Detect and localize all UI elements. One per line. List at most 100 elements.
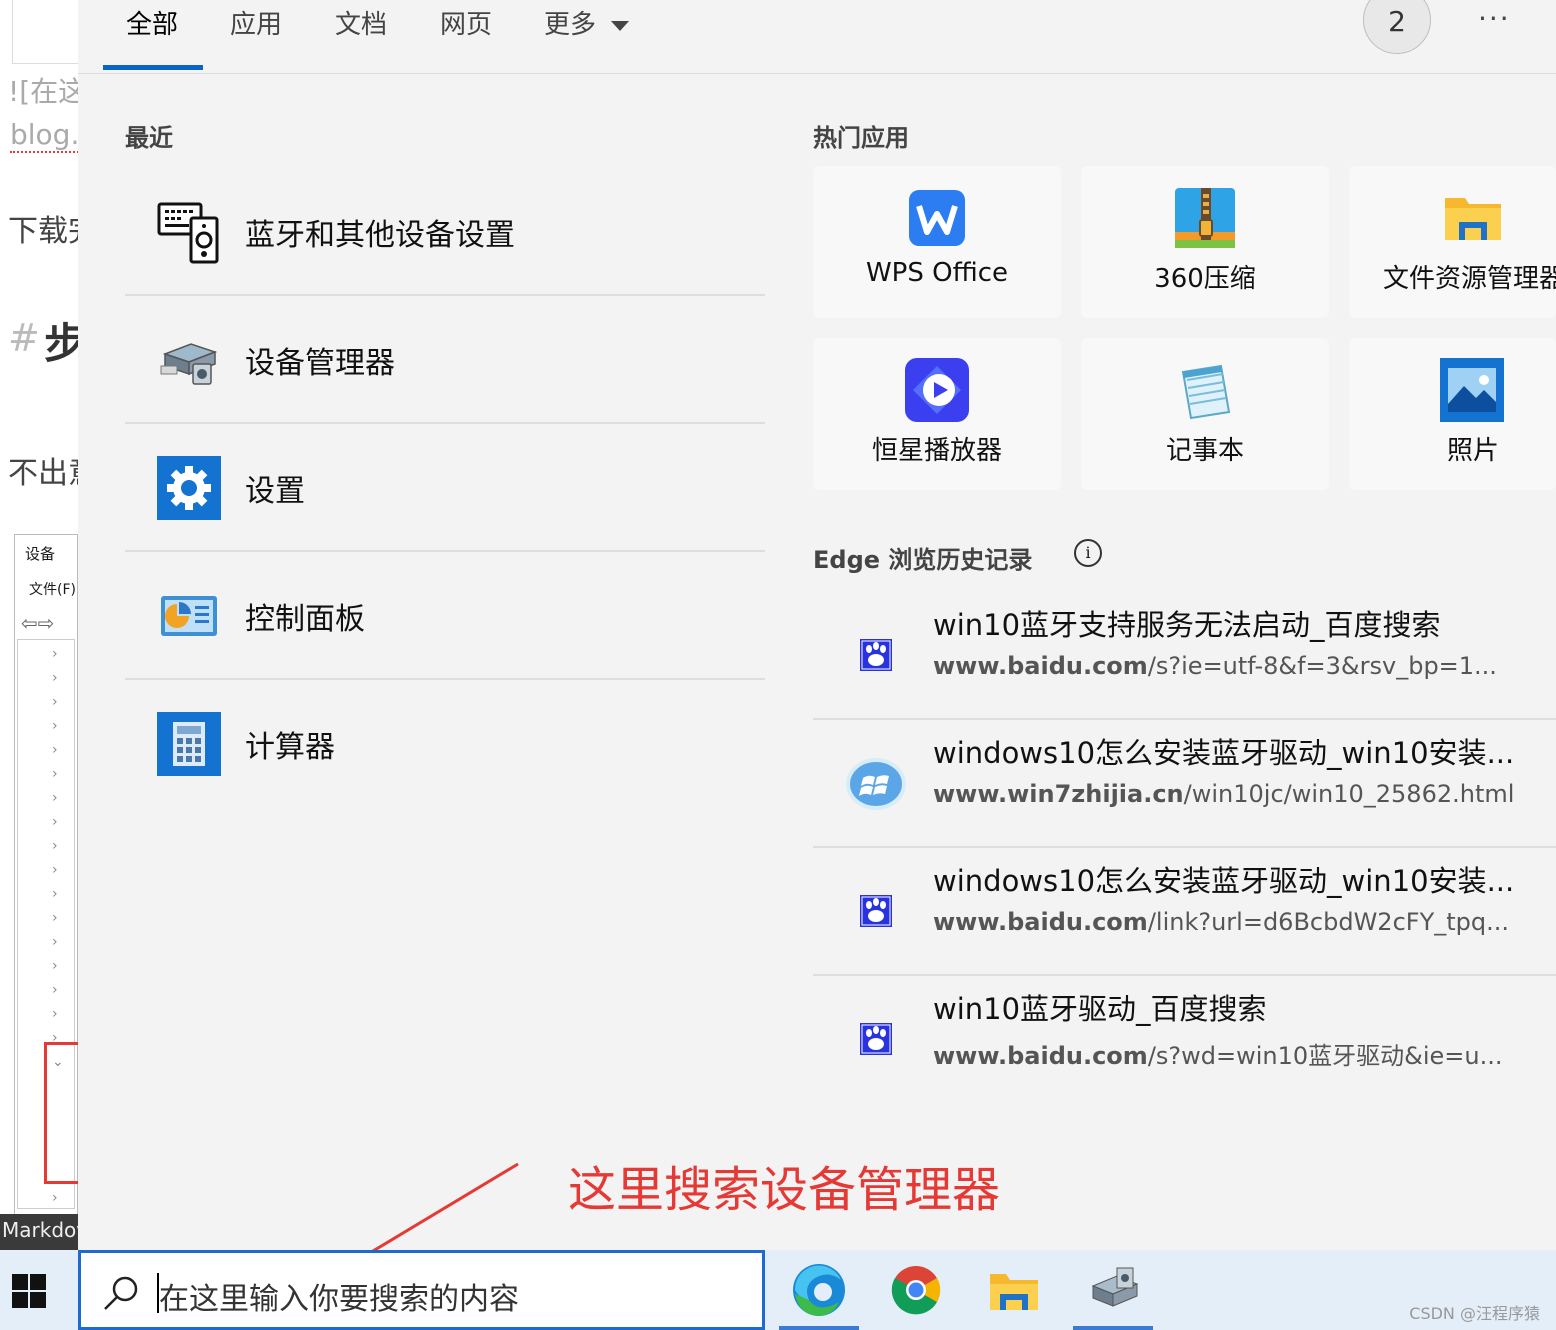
more-options-button[interactable]: ··· [1478, 2, 1511, 35]
history-title-text: win10蓝牙支持服务无法启动_百度搜索 [933, 608, 1441, 642]
tab-documents[interactable]: 文档 [335, 4, 387, 41]
app-tile-360-zip[interactable]: 360压缩 [1081, 166, 1329, 318]
history-item[interactable]: windows10怎么安装蓝牙驱动_win10安装... www.win7zhi… [813, 720, 1556, 848]
bg-link-text: ![在这 [8, 75, 78, 108]
history-path: /s?wd=win10蓝牙驱动&ie=u... [1147, 1042, 1503, 1070]
notepad-icon [1181, 364, 1231, 420]
bg-link-text-2: blog.c [10, 118, 78, 153]
app-tile-label: 文件资源管理器 [1383, 264, 1556, 294]
recent-item-settings[interactable]: 设置 [125, 424, 765, 552]
file-explorer-icon [1445, 198, 1501, 240]
bg-paragraph-1: 下载完 [8, 214, 78, 249]
app-tile-notepad[interactable]: 记事本 [1081, 338, 1329, 490]
annotation-text: 这里搜索设备管理器 [568, 1162, 1001, 1218]
history-title: Edge 浏览历史记录 [813, 546, 1033, 574]
history-item[interactable]: win10蓝牙支持服务无法启动_百度搜索 www.baidu.com/s?ie=… [813, 592, 1556, 720]
device-manager-icon [160, 343, 218, 385]
edge-browser-icon[interactable] [789, 1260, 849, 1320]
recent-item-bluetooth-settings[interactable]: 蓝牙和其他设备设置 [125, 168, 765, 296]
app-tile-stellar-player[interactable]: 恒星播放器 [813, 338, 1061, 490]
recent-item-label: 计算器 [245, 730, 335, 765]
stellar-player-icon [905, 358, 969, 422]
baidu-icon [860, 639, 892, 671]
bg-devmgr-title: 设备 [25, 545, 56, 563]
calculator-icon [157, 712, 221, 776]
taskbar: 在这里输入你要搜索的内容 CSDN @汪程序猿 [0, 1250, 1556, 1330]
history-item[interactable]: windows10怎么安装蓝牙驱动_win10安装... www.baidu.c… [813, 848, 1556, 976]
bg-paragraph-2: 不出意 [8, 456, 78, 491]
search-icon [104, 1276, 138, 1310]
bg-image-placeholder [12, 0, 78, 64]
start-button[interactable] [0, 1250, 78, 1330]
recent-item-label: 设备管理器 [245, 346, 395, 381]
bg-devmgr-menu: 文件(F) [29, 582, 76, 598]
watermark: CSDN @汪程序猿 [1409, 1304, 1540, 1323]
tab-all[interactable]: 全部 [126, 4, 178, 41]
app-tile-wps-office[interactable]: WPS Office [813, 166, 1061, 318]
history-title-text: windows10怎么安装蓝牙驱动_win10安装... [933, 736, 1515, 770]
app-tile-label: 记事本 [1165, 436, 1244, 466]
history-path: /link?url=d6BcbdW2cFY_tpq... [1147, 908, 1509, 936]
app-tile-label: 360压缩 [1154, 264, 1256, 294]
windows-start-icon [12, 1274, 46, 1308]
windows-logo-icon [846, 758, 906, 810]
history-domain: www.baidu.com [933, 652, 1148, 680]
settings-gear-icon [157, 456, 221, 520]
history-item[interactable]: win10蓝牙驱动_百度搜索 www.baidu.com/s?wd=win10蓝… [813, 976, 1556, 1104]
device-manager-taskbar-icon[interactable] [1083, 1260, 1143, 1320]
tab-more[interactable]: 更多 [544, 4, 630, 41]
recent-item-label: 蓝牙和其他设备设置 [245, 218, 515, 253]
history-title-text: windows10怎么安装蓝牙驱动_win10安装... [933, 864, 1515, 898]
baidu-icon [860, 1023, 892, 1055]
control-panel-icon [161, 596, 217, 636]
rewards-badge[interactable]: 2 [1363, 0, 1431, 54]
history-url: www.baidu.com/s?wd=win10蓝牙驱动&ie=u... [933, 1036, 1503, 1071]
photos-icon [1440, 358, 1504, 422]
app-tile-file-explorer[interactable]: 文件资源管理器 [1349, 166, 1556, 318]
history-path: /win10jc/win10_25862.html [1183, 780, 1515, 808]
chevron-down-icon [611, 20, 630, 31]
tab-more-label: 更多 [544, 10, 597, 40]
search-input[interactable]: 在这里输入你要搜索的内容 [159, 1274, 519, 1318]
taskbar-search-box[interactable]: 在这里输入你要搜索的内容 [78, 1250, 765, 1330]
hot-apps-title: 热门应用 [813, 124, 909, 152]
info-icon[interactable]: i [1074, 539, 1102, 567]
360-zip-icon [1175, 188, 1235, 248]
history-url: www.baidu.com/link?url=d6BcbdW2cFY_tpq..… [933, 908, 1509, 936]
recent-item-calculator[interactable]: 计算器 [125, 680, 765, 808]
history-domain: www.baidu.com [933, 908, 1148, 936]
tab-apps[interactable]: 应用 [230, 4, 282, 41]
history-url: www.baidu.com/s?ie=utf-8&f=3&rsv_bp=1... [933, 652, 1497, 680]
baidu-icon [860, 895, 892, 927]
bluetooth-devices-icon [157, 202, 219, 264]
recent-title: 最近 [125, 124, 173, 152]
app-tile-label: WPS Office [865, 258, 1009, 288]
recent-item-control-panel[interactable]: 控制面板 [125, 552, 765, 680]
app-tile-photos[interactable]: 照片 [1349, 338, 1556, 490]
active-tab-indicator [103, 65, 203, 70]
bg-heading-text: 步 [44, 319, 78, 368]
recent-item-label: 控制面板 [245, 602, 365, 637]
app-tile-label: 恒星播放器 [871, 436, 1002, 466]
search-panel: 全部 应用 文档 网页 更多 2 ··· 最近 蓝牙和其他设备设置 设备管理器 … [78, 0, 1556, 1250]
bg-nav-arrows-icon: ⇦⇨ [21, 611, 55, 635]
recent-item-device-manager[interactable]: 设备管理器 [125, 296, 765, 424]
bg-markdown-bar: Markdov [0, 1214, 78, 1250]
file-explorer-icon[interactable] [984, 1260, 1044, 1320]
bg-red-highlight-box [44, 1042, 78, 1184]
history-domain: www.win7zhijia.cn [933, 780, 1184, 808]
bg-heading-hash: # [8, 316, 40, 360]
running-indicator [779, 1326, 859, 1330]
history-url: www.win7zhijia.cn/win10jc/win10_25862.ht… [933, 780, 1514, 808]
tab-web[interactable]: 网页 [440, 4, 492, 41]
history-path: /s?ie=utf-8&f=3&rsv_bp=1... [1147, 652, 1497, 680]
app-tile-label: 照片 [1446, 436, 1499, 466]
recent-item-label: 设置 [245, 474, 305, 509]
background-document: ![在这 blog.c 下载完 # 步 不出意 设备 文件(F) ⇦⇨ ››››… [0, 0, 78, 1250]
history-title-text: win10蓝牙驱动_百度搜索 [933, 992, 1267, 1026]
history-domain: www.baidu.com [933, 1042, 1148, 1070]
wps-office-icon [909, 190, 965, 246]
chrome-icon[interactable] [886, 1260, 946, 1320]
search-tabs: 全部 应用 文档 网页 更多 2 ··· [78, 0, 1556, 74]
running-indicator [1073, 1326, 1153, 1330]
